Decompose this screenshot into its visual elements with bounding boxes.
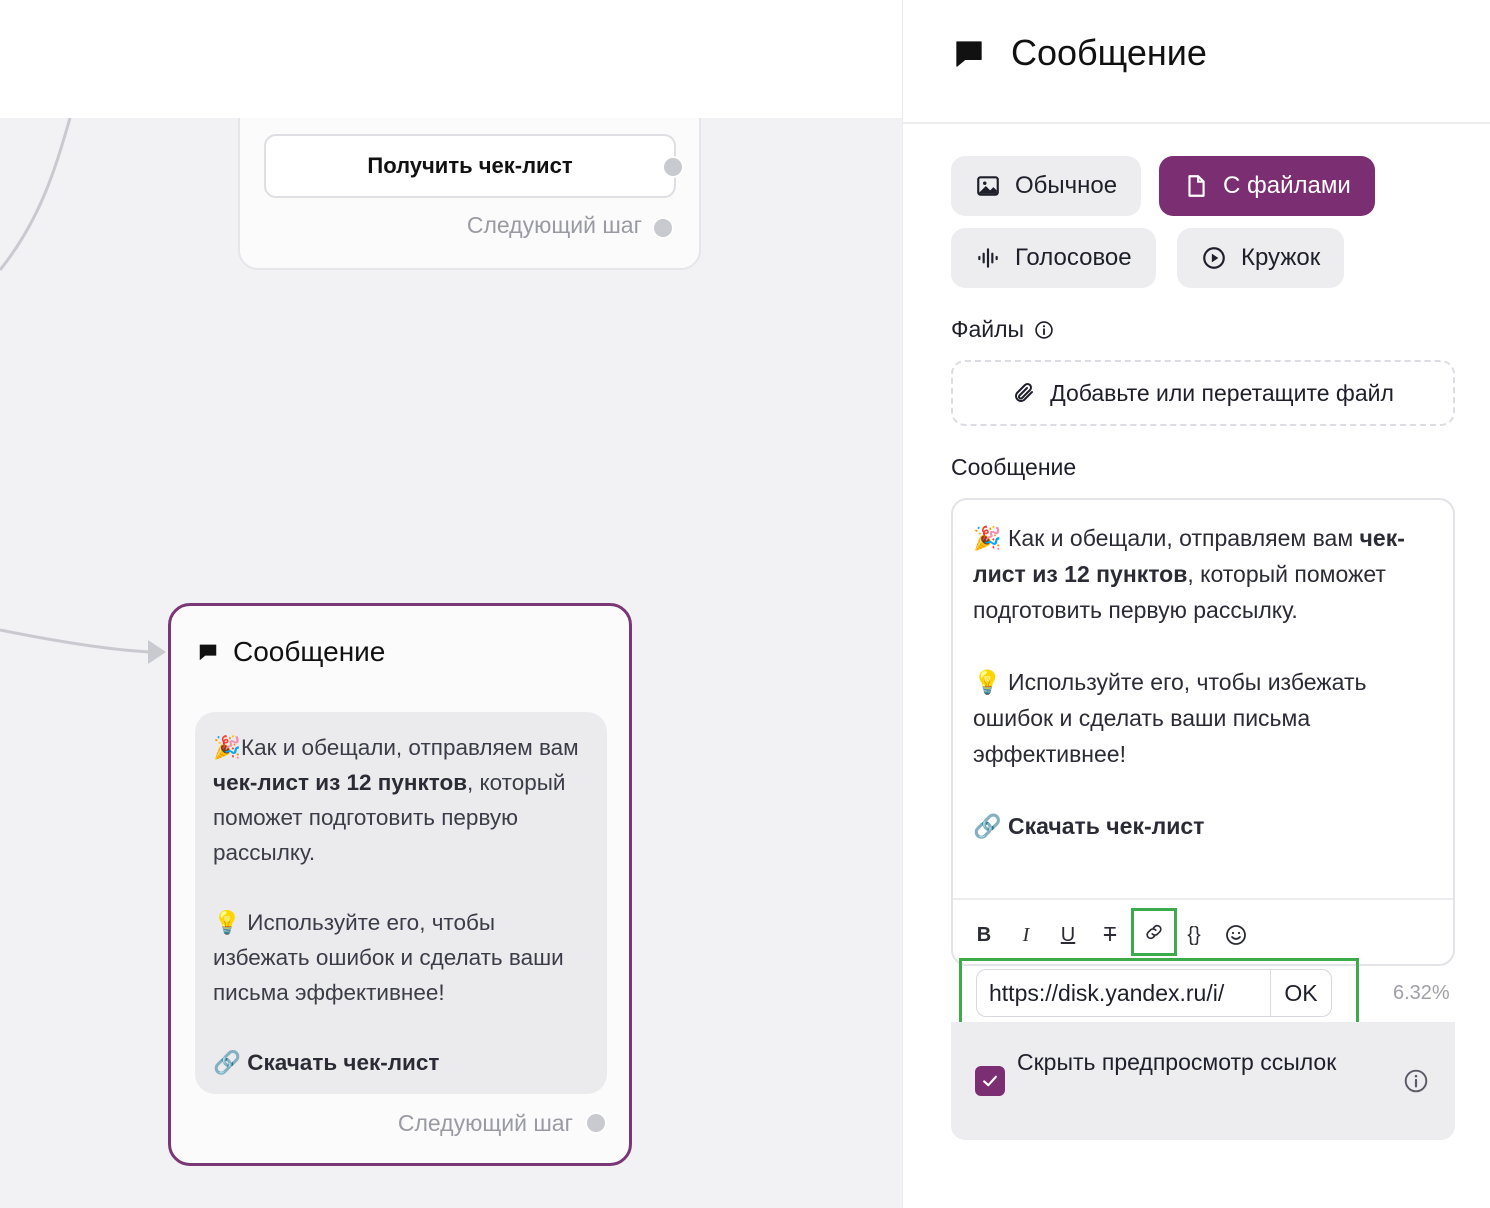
bold-button[interactable]: B bbox=[969, 920, 999, 950]
strikethrough-button[interactable]: T bbox=[1095, 920, 1125, 950]
checkmark-icon bbox=[983, 1075, 997, 1087]
type-files-label: С файлами bbox=[1223, 172, 1351, 199]
paperclip-icon bbox=[1015, 382, 1034, 402]
variable-button[interactable]: {} bbox=[1179, 920, 1209, 950]
format-toolbar: B I U T {} bbox=[953, 898, 1453, 964]
link-emoji-icon: 🔗 bbox=[973, 813, 1002, 839]
hide-preview-label[interactable]: Скрыть предпросмотр ссылок bbox=[1017, 1044, 1347, 1080]
underline-button[interactable]: U bbox=[1053, 920, 1083, 950]
info-icon[interactable] bbox=[1403, 1068, 1429, 1094]
link-input-group: OK bbox=[959, 958, 1359, 1026]
braces-icon: {} bbox=[1187, 923, 1201, 946]
next-step-label: Следующий шаг bbox=[466, 212, 642, 238]
link-emoji-icon: 🔗 bbox=[213, 1050, 242, 1075]
strikethrough-icon: T bbox=[1103, 923, 1117, 946]
saved-status: Сохранено bbox=[564, 34, 717, 61]
undo-icon[interactable] bbox=[790, 36, 816, 62]
message-text: Как и обещали, отправляем вам bbox=[241, 735, 585, 760]
link-icon bbox=[1146, 924, 1162, 940]
lightbulb-emoji-icon: 💡 bbox=[213, 910, 242, 935]
link-button[interactable] bbox=[1131, 908, 1177, 956]
settings-panel: Сообщение Обычное С файлами Голосовое Кр… bbox=[902, 0, 1490, 1208]
files-label: Файлы bbox=[951, 316, 1025, 342]
bold-icon: B bbox=[976, 923, 992, 946]
button-port[interactable] bbox=[662, 156, 684, 178]
link-ok-button[interactable]: OK bbox=[1270, 969, 1332, 1017]
message-text: Используйте его, чтобы избежать ошибок и… bbox=[213, 910, 570, 1005]
party-emoji-icon: 🎉 bbox=[213, 735, 242, 760]
italic-button[interactable]: I bbox=[1011, 920, 1041, 950]
type-voice-button[interactable]: Голосовое bbox=[951, 228, 1156, 288]
flow-node-message[interactable]: Сообщение 🎉Как и обещали, отправляем вам… bbox=[168, 603, 632, 1166]
panel-title: Сообщение bbox=[1011, 32, 1207, 73]
hide-preview-checkbox[interactable] bbox=[975, 1066, 1005, 1096]
smile-icon bbox=[1226, 925, 1246, 945]
message-section-label: Сообщение bbox=[951, 454, 1077, 480]
type-files-button[interactable]: С файлами bbox=[1159, 156, 1375, 216]
get-checklist-button[interactable]: Получить чек-лист bbox=[264, 134, 676, 198]
panel-header: Сообщение bbox=[903, 0, 1490, 124]
file-icon bbox=[1188, 175, 1205, 197]
info-icon[interactable] bbox=[1034, 320, 1054, 340]
percent-indicator: 6.32% bbox=[1393, 982, 1450, 1004]
editor-text: Как и обещали, отправляем вам bbox=[1008, 525, 1360, 551]
message-icon bbox=[199, 644, 217, 661]
saved-label: Сохранено bbox=[600, 34, 718, 60]
message-preview: 🎉Как и обещали, отправляем вам чек-лист … bbox=[195, 712, 607, 1094]
emoji-button[interactable] bbox=[1221, 920, 1251, 950]
next-step-port[interactable] bbox=[585, 1112, 607, 1134]
editor-text: Используйте его, чтобы избежать ошибок и… bbox=[973, 669, 1373, 767]
party-emoji-icon: 🎉 bbox=[973, 525, 1002, 551]
flow-canvas[interactable]: Сохранено Получить чек-лист Следующий ша… bbox=[0, 0, 902, 1208]
type-voice-label: Голосовое bbox=[1015, 244, 1132, 271]
link-url-input[interactable] bbox=[976, 969, 1272, 1017]
italic-icon: I bbox=[1022, 923, 1030, 946]
type-regular-button[interactable]: Обычное bbox=[951, 156, 1142, 216]
check-icon bbox=[567, 41, 585, 54]
node-title: Сообщение bbox=[233, 636, 386, 667]
message-paragraph: 🎉Как и обещали, отправляем вам чек-лист … bbox=[213, 730, 589, 870]
message-paragraph: 💡 Используйте его, чтобы избежать ошибок… bbox=[213, 905, 589, 1010]
editor-content[interactable]: 🎉 Как и обещали, отправляем вам чек-лист… bbox=[973, 520, 1433, 844]
type-regular-label: Обычное bbox=[1015, 172, 1118, 199]
message-editor[interactable]: 🎉 Как и обещали, отправляем вам чек-лист… bbox=[951, 498, 1455, 966]
underline-icon: U bbox=[1060, 923, 1076, 946]
type-circle-button[interactable]: Кружок bbox=[1177, 228, 1345, 288]
audio-wave-icon bbox=[978, 248, 998, 268]
message-paragraph: 🔗 Скачать чек-лист bbox=[213, 1045, 589, 1080]
editor-link-text: Скачать чек-лист bbox=[1008, 813, 1205, 839]
dropzone-label: Добавьте или перетащите файл bbox=[1050, 379, 1394, 406]
play-circle-icon bbox=[1203, 247, 1225, 269]
message-icon bbox=[956, 41, 982, 67]
node-header: Сообщение bbox=[197, 636, 385, 668]
message-bold-text: чек-лист из 12 пунктов bbox=[213, 770, 468, 795]
next-step-port[interactable] bbox=[652, 217, 674, 239]
image-icon bbox=[977, 176, 999, 196]
message-link-text: Скачать чек-лист bbox=[247, 1050, 440, 1075]
redo-icon[interactable] bbox=[847, 36, 873, 62]
type-circle-label: Кружок bbox=[1241, 244, 1321, 271]
lightbulb-emoji-icon: 💡 bbox=[973, 669, 1002, 695]
next-step-label: Следующий шаг bbox=[397, 1110, 573, 1136]
file-dropzone[interactable]: Добавьте или перетащите файл bbox=[951, 360, 1455, 426]
hide-preview-option: Скрыть предпросмотр ссылок bbox=[951, 1022, 1455, 1140]
files-section-label: Файлы bbox=[951, 316, 1054, 343]
